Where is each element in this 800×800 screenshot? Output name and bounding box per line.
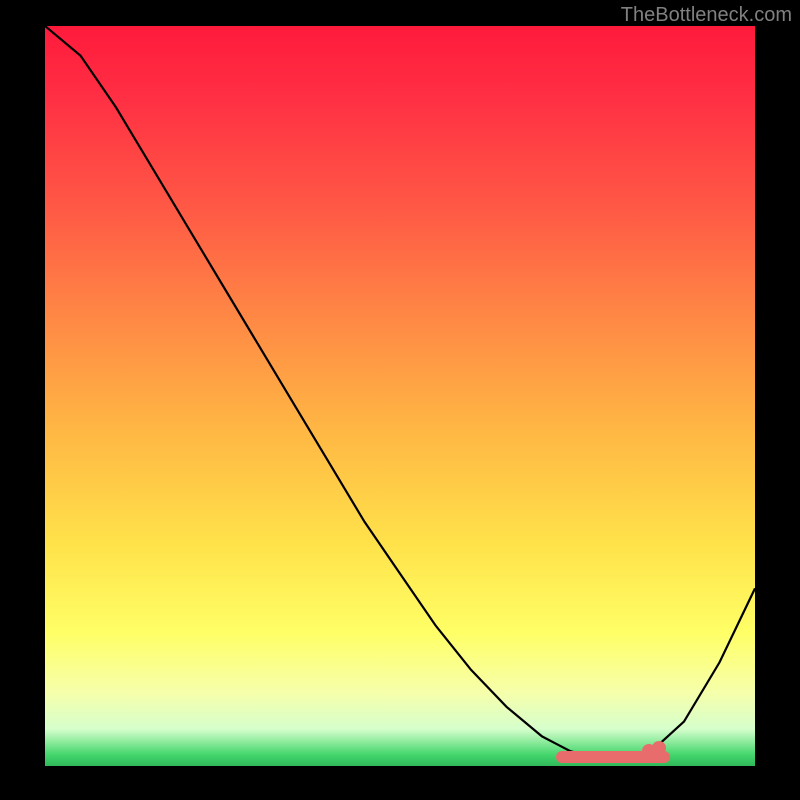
plot-inner <box>45 26 755 766</box>
watermark-text: TheBottleneck.com <box>621 4 792 27</box>
plot-area <box>45 26 755 766</box>
chart-page: TheBottleneck.com <box>0 0 800 800</box>
line-curve <box>45 26 755 766</box>
highlight-marker <box>652 741 666 755</box>
